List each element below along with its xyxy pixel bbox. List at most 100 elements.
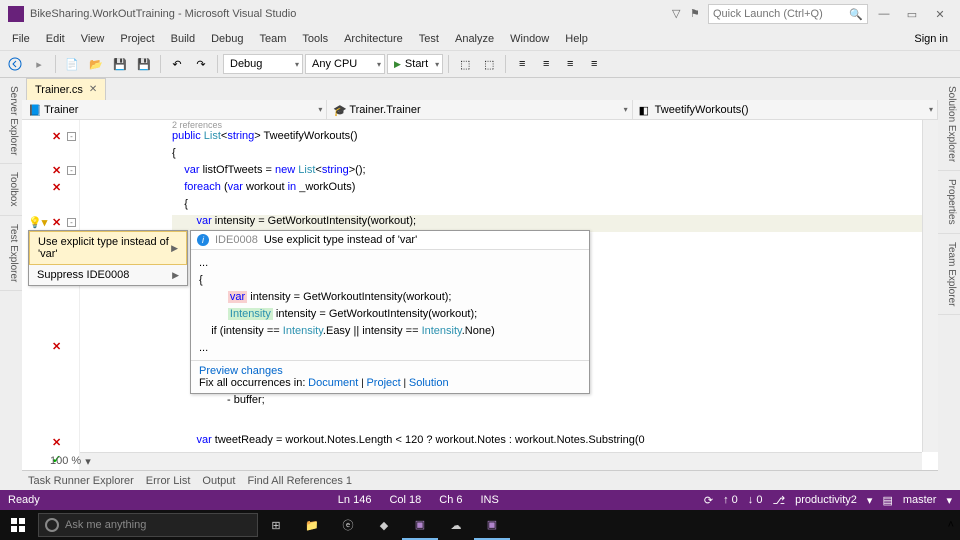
cortana-search[interactable]: Ask me anything [38,513,258,537]
windows-taskbar: Ask me anything ⊞ 📁 ⓔ ◆ ▣ ☁ ▣ ˄ [0,510,960,540]
status-bar: Ready Ln 146 Col 18 Ch 6 INS ⟳ ↑ 0 ↓ 0 ⎇… [0,490,960,510]
nav-method-drop[interactable]: ◧TweetifyWorkouts() [633,100,938,119]
method-icon: ◧ [639,104,651,116]
tb-btn-4[interactable]: ≡ [535,53,557,75]
codelens-references[interactable]: 2 references [172,120,222,130]
app-icon-2[interactable]: ☁ [438,510,474,540]
tab-output[interactable]: Output [202,475,235,487]
close-icon[interactable]: ✕ [89,84,97,95]
save-all-button[interactable]: 💾 [133,53,155,75]
branch-name[interactable]: productivity2 [795,494,857,506]
start-debug-button[interactable]: ▶Start [387,54,443,74]
menu-analyze[interactable]: Analyze [447,30,502,48]
menu-tools[interactable]: Tools [294,30,336,48]
tab-find-refs[interactable]: Find All References 1 [247,475,352,487]
minimize-button[interactable]: ― [872,2,896,26]
windows-start-button[interactable] [0,510,36,540]
fix-sol-link[interactable]: Solution [409,377,449,389]
repo-icon[interactable]: ▤ [882,494,892,507]
right-tool-rail: Solution Explorer Properties Team Explor… [938,78,960,490]
vs-running-icon[interactable]: ▣ [402,510,438,540]
tab-task-runner[interactable]: Task Runner Explorer [28,475,134,487]
flag-icon[interactable]: ⚑ [690,7,704,21]
menu-debug[interactable]: Debug [203,30,251,48]
search-icon: 🔍 [849,8,863,21]
nav-project-drop[interactable]: 📘Trainer [22,100,327,119]
zoom-level[interactable]: 100 %▾ [44,452,97,470]
menu-edit[interactable]: Edit [38,30,73,48]
tb-btn-2[interactable]: ⬚ [478,53,500,75]
menu-window[interactable]: Window [502,30,557,48]
lightbulb-icon[interactable]: 💡▾ [28,216,47,229]
edge-icon[interactable]: ⓔ [330,510,366,540]
download-icon[interactable]: ↓ 0 [748,494,763,506]
fold-icon[interactable]: - [67,132,76,141]
toolbox-tab[interactable]: Toolbox [0,164,22,215]
menu-help[interactable]: Help [557,30,596,48]
fix-proj-link[interactable]: Project [366,377,400,389]
redo-button[interactable]: ↷ [190,53,212,75]
menu-build[interactable]: Build [163,30,203,48]
fold-icon[interactable]: - [67,166,76,175]
nav-fwd-button[interactable]: ▸ [28,53,50,75]
tray-chevron-icon[interactable]: ˄ [948,519,954,531]
preview-changes-link[interactable]: Preview changes [199,365,283,377]
quick-launch-input[interactable]: 🔍 [708,4,868,24]
left-tool-rail: Server Explorer Toolbox Test Explorer [0,78,22,490]
solution-explorer-tab[interactable]: Solution Explorer [938,78,960,171]
menu-file[interactable]: File [4,30,38,48]
nav-bar: 📘Trainer 🎓Trainer.Trainer ◧TweetifyWorko… [22,100,938,120]
menu-project[interactable]: Project [112,30,162,48]
tab-error-list[interactable]: Error List [146,475,191,487]
undo-button[interactable]: ↶ [166,53,188,75]
info-icon: i [197,234,209,246]
task-view-icon[interactable]: ⊞ [258,510,294,540]
upload-icon[interactable]: ↑ 0 [723,494,738,506]
quickfix-item-suppress[interactable]: Suppress IDE0008▶ [29,265,187,285]
branch-icon[interactable]: ⎇ [772,494,785,507]
code-editor[interactable]: -✕ -✕ ✕ -✕ 💡▾ ― ✕ ✕ ✓ 2 references publi… [22,120,938,470]
platform-combo[interactable]: Any CPU [305,54,385,74]
config-combo[interactable]: Debug [223,54,303,74]
nav-class-drop[interactable]: 🎓Trainer.Trainer [327,100,632,119]
fix-doc-link[interactable]: Document [308,377,358,389]
save-button[interactable]: 💾 [109,53,131,75]
maximize-button[interactable]: ▭ [900,2,924,26]
sync-icon[interactable]: ⟳ [704,494,713,507]
team-explorer-tab[interactable]: Team Explorer [938,234,960,315]
properties-tab[interactable]: Properties [938,171,960,234]
tb-btn-1[interactable]: ⬚ [454,53,476,75]
quick-launch-field[interactable] [713,8,849,20]
menu-team[interactable]: Team [252,30,295,48]
test-explorer-tab[interactable]: Test Explorer [0,216,22,291]
quickfix-menu: Use explicit type instead of 'var'▶ Supp… [28,230,188,286]
csproj-icon: 📘 [28,104,40,116]
menu-test[interactable]: Test [411,30,447,48]
error-icon: ✕ [52,164,61,177]
tb-btn-5[interactable]: ≡ [559,53,581,75]
sign-in-link[interactable]: Sign in [906,30,956,48]
app-icon[interactable]: ◆ [366,510,402,540]
tb-btn-6[interactable]: ≡ [583,53,605,75]
open-file-button[interactable]: 📂 [85,53,107,75]
menu-architecture[interactable]: Architecture [336,30,411,48]
feedback-icon[interactable]: ▽ [672,7,686,21]
file-tab-trainer[interactable]: Trainer.cs ✕ [26,78,106,100]
workspace: Server Explorer Toolbox Test Explorer Tr… [0,78,960,490]
menu-view[interactable]: View [73,30,113,48]
error-icon: ✕ [52,436,61,449]
quickfix-item-use-explicit[interactable]: Use explicit type instead of 'var'▶ [29,231,187,265]
close-button[interactable]: ✕ [928,2,952,26]
vertical-scrollbar[interactable] [922,120,938,452]
system-tray[interactable]: ˄ [942,519,960,531]
server-explorer-tab[interactable]: Server Explorer [0,78,22,164]
new-project-button[interactable]: 📄 [61,53,83,75]
nav-back-button[interactable] [4,53,26,75]
vs-running-icon-2[interactable]: ▣ [474,510,510,540]
repo-target[interactable]: master [903,494,937,506]
tb-btn-3[interactable]: ≡ [511,53,533,75]
menu-bar: File Edit View Project Build Debug Team … [0,28,960,50]
horizontal-scrollbar[interactable] [80,452,922,470]
file-explorer-icon[interactable]: 📁 [294,510,330,540]
diagnostic-msg: Use explicit type instead of 'var' [264,234,417,246]
